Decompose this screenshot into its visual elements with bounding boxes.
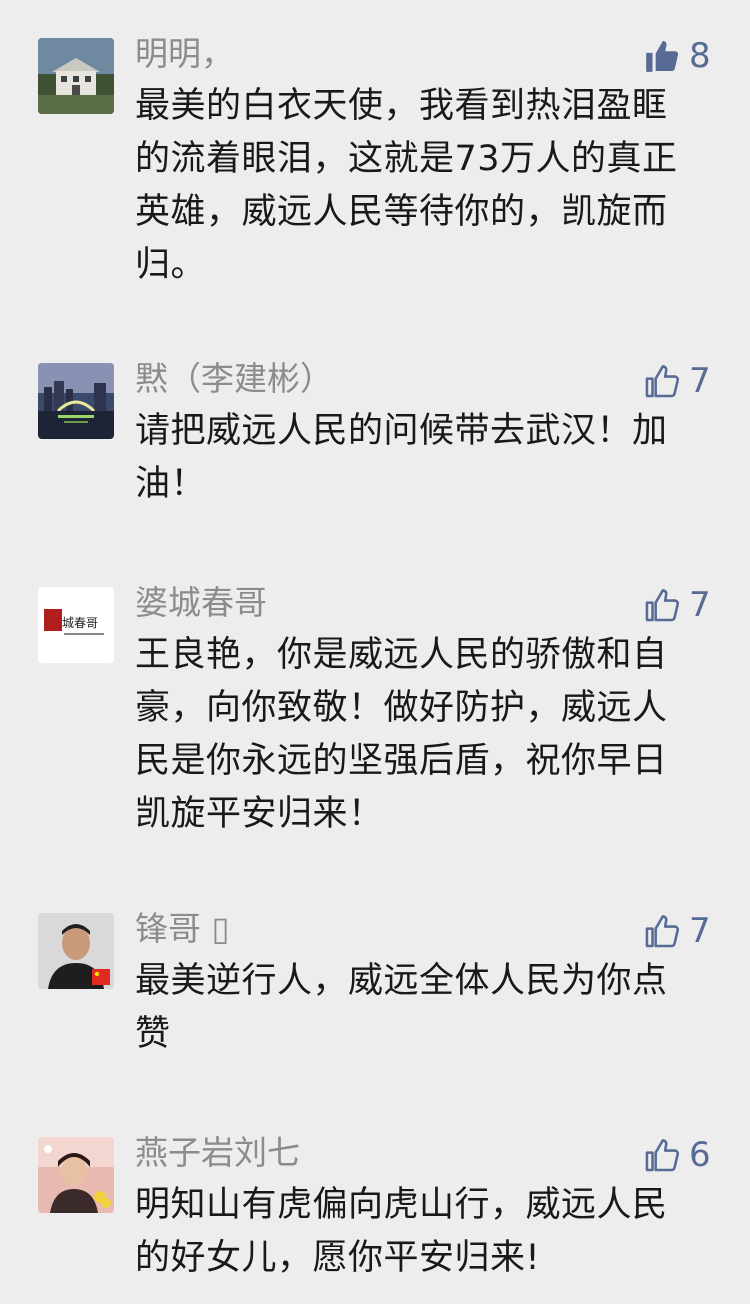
- like-button[interactable]: 7: [643, 359, 711, 403]
- like-count: 7: [689, 585, 711, 625]
- logo-avatar-icon: 城春哥: [38, 587, 114, 663]
- comment-author[interactable]: 锋哥 ▯: [135, 907, 230, 951]
- like-count: 7: [689, 911, 711, 951]
- comment-author[interactable]: 明明，: [135, 32, 234, 76]
- thumbs-up-outline-icon: [645, 365, 680, 398]
- avatar[interactable]: [38, 1137, 114, 1213]
- portrait-flowers-photo-icon: [38, 1137, 114, 1213]
- thumbs-up-outline-icon: [645, 589, 680, 622]
- city-night-photo-icon: [38, 363, 114, 439]
- avatar[interactable]: [38, 913, 114, 989]
- thumbs-up-outline-icon: [645, 1139, 680, 1172]
- thumbs-up-filled-icon: [646, 40, 679, 72]
- house-photo-icon: [38, 38, 114, 114]
- comment-text: 请把威远人民的问候带去武汉！加油！: [135, 411, 668, 504]
- like-count: 8: [689, 36, 711, 76]
- comment-text: 明知山有虎偏向虎山行，威远人民的好女儿，愿你平安归来!: [135, 1185, 668, 1278]
- svg-text:城春哥: 城春哥: [62, 616, 98, 630]
- comment-author[interactable]: 婆城春哥: [135, 581, 267, 625]
- like-button[interactable]: 7: [643, 583, 711, 627]
- thumbs-up-outline-icon: [645, 915, 680, 948]
- like-button[interactable]: 7: [643, 909, 711, 953]
- comment-text: 最美逆行人，威远全体人民为你点赞: [135, 961, 668, 1054]
- like-button[interactable]: 6: [643, 1133, 711, 1177]
- avatar[interactable]: [38, 363, 114, 439]
- avatar[interactable]: 城春哥: [38, 587, 114, 663]
- avatar[interactable]: [38, 38, 114, 114]
- portrait-photo-icon: [38, 913, 114, 989]
- like-count: 6: [689, 1135, 711, 1175]
- comment-text: 最美的白衣天使，我看到热泪盈眶的流着眼泪，这就是73万人的真正英雄，威远人民等待…: [135, 86, 678, 285]
- comment-author[interactable]: 黙（李建彬）: [135, 357, 333, 401]
- like-button[interactable]: 8: [643, 34, 711, 78]
- comment-text: 王良艳，你是威远人民的骄傲和自豪，向你致敬！做好防护，威远人民是你永远的坚强后盾…: [135, 635, 668, 834]
- like-count: 7: [689, 361, 711, 401]
- comment-author[interactable]: 燕子岩刘七: [135, 1131, 300, 1175]
